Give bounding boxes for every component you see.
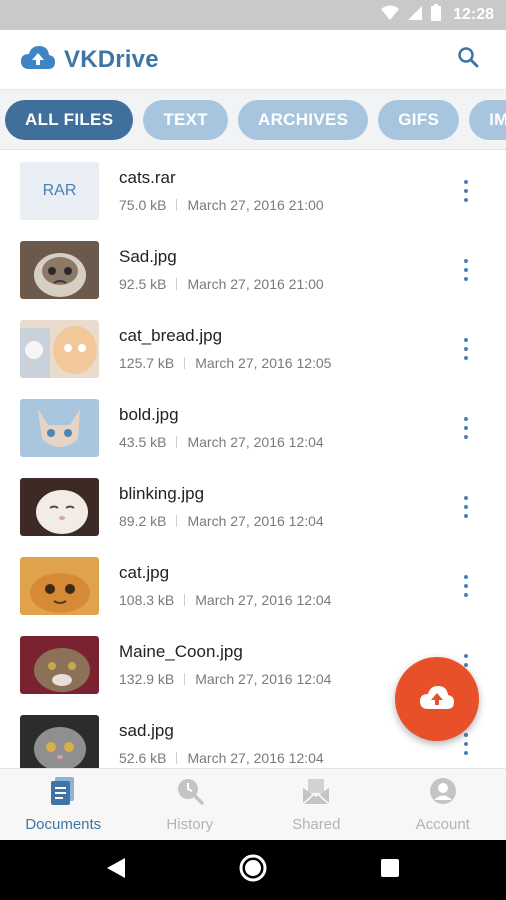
shared-icon xyxy=(302,777,330,810)
file-size: 75.0 kB xyxy=(119,197,167,213)
image-thumbnail xyxy=(20,319,99,378)
filter-text[interactable]: TEXT xyxy=(143,99,228,140)
wifi-icon xyxy=(381,5,400,26)
clock: 12:28 xyxy=(453,6,494,23)
app-logo: VKDrive xyxy=(20,44,159,75)
divider xyxy=(176,752,178,764)
file-size: 132.9 kB xyxy=(119,671,175,687)
divider xyxy=(176,199,178,211)
nav-label: Documents xyxy=(25,815,102,833)
image-thumbnail xyxy=(20,398,99,457)
more-options-icon[interactable] xyxy=(454,173,478,209)
search-icon xyxy=(457,46,479,73)
file-name: blinking.jpg xyxy=(119,484,205,503)
nav-shared[interactable]: Shared xyxy=(253,769,380,840)
cloud-upload-icon xyxy=(418,684,456,715)
rar-thumbnail: RAR xyxy=(20,161,99,220)
file-date: March 27, 2016 12:04 xyxy=(187,434,324,450)
file-date: March 27, 2016 12:04 xyxy=(195,592,332,608)
file-row[interactable]: Sad.jpg 92.5 kB March 27, 2016 21:00 xyxy=(0,230,506,309)
nav-history[interactable]: History xyxy=(127,769,254,840)
filter-all-files[interactable]: ALL FILES xyxy=(5,99,134,140)
image-thumbnail xyxy=(20,240,99,299)
file-date: March 27, 2016 12:04 xyxy=(187,513,324,529)
nav-documents[interactable]: Documents xyxy=(0,769,127,840)
divider xyxy=(176,436,178,448)
file-row[interactable]: blinking.jpg 89.2 kB March 27, 2016 12:0… xyxy=(0,467,506,546)
upload-fab[interactable] xyxy=(395,657,479,741)
image-thumbnail xyxy=(20,556,99,615)
image-thumbnail xyxy=(20,477,99,536)
system-navigation-bar xyxy=(0,840,506,900)
file-date: March 27, 2016 21:00 xyxy=(187,197,324,213)
filter-gifs[interactable]: GIFS xyxy=(378,99,460,140)
file-size: 89.2 kB xyxy=(119,513,167,529)
app-title: VKDrive xyxy=(64,45,159,73)
file-name: bold.jpg xyxy=(119,405,179,424)
file-row[interactable]: cat_bread.jpg 125.7 kB March 27, 2016 12… xyxy=(0,309,506,388)
file-date: March 27, 2016 12:04 xyxy=(187,750,324,766)
recents-icon[interactable] xyxy=(379,857,401,884)
battery-icon xyxy=(431,4,442,26)
back-icon[interactable] xyxy=(105,856,127,885)
more-options-icon[interactable] xyxy=(454,252,478,288)
file-name: Maine_Coon.jpg xyxy=(119,642,243,661)
bottom-navigation: Documents History Shared Account xyxy=(0,768,506,840)
nav-label: Shared xyxy=(292,815,341,833)
account-icon xyxy=(429,777,457,810)
file-name: sad.jpg xyxy=(119,721,174,740)
file-size: 92.5 kB xyxy=(119,276,167,292)
file-size: 125.7 kB xyxy=(119,355,175,371)
file-size: 108.3 kB xyxy=(119,592,175,608)
file-row[interactable]: bold.jpg 43.5 kB March 27, 2016 12:04 xyxy=(0,388,506,467)
file-name: cats.rar xyxy=(119,168,176,187)
nav-label: Account xyxy=(415,815,470,833)
divider xyxy=(184,594,186,606)
history-icon xyxy=(176,777,204,810)
filter-archives[interactable]: ARCHIVES xyxy=(238,99,369,140)
more-options-icon[interactable] xyxy=(454,489,478,525)
file-name: cat_bread.jpg xyxy=(119,326,223,345)
cloud-upload-icon xyxy=(20,44,56,75)
file-date: March 27, 2016 12:05 xyxy=(195,355,332,371)
search-button[interactable] xyxy=(450,42,486,78)
more-options-icon[interactable] xyxy=(454,331,478,367)
divider xyxy=(176,278,178,290)
filter-images[interactable]: IMAGES xyxy=(469,99,506,140)
file-row[interactable]: cat.jpg 108.3 kB March 27, 2016 12:04 xyxy=(0,546,506,625)
home-icon[interactable] xyxy=(238,853,268,888)
file-size: 43.5 kB xyxy=(119,434,167,450)
document-icon xyxy=(50,776,76,810)
file-date: March 27, 2016 12:04 xyxy=(195,671,332,687)
nav-account[interactable]: Account xyxy=(380,769,506,840)
file-name: Sad.jpg xyxy=(119,247,177,266)
image-thumbnail xyxy=(20,635,99,694)
status-bar: 12:28 xyxy=(0,0,506,30)
nav-label: History xyxy=(166,815,214,833)
file-row[interactable]: RAR cats.rar 75.0 kB March 27, 2016 21:0… xyxy=(0,151,506,230)
divider xyxy=(176,515,178,527)
file-size: 52.6 kB xyxy=(119,750,167,766)
divider xyxy=(184,673,186,685)
file-name: cat.jpg xyxy=(119,563,170,582)
image-thumbnail xyxy=(20,714,99,768)
app-bar: VKDrive xyxy=(0,30,506,90)
filter-chips: ALL FILES TEXT ARCHIVES GIFS IMAGES xyxy=(0,90,506,150)
file-date: March 27, 2016 21:00 xyxy=(187,276,324,292)
more-options-icon[interactable] xyxy=(454,568,478,604)
divider xyxy=(184,357,186,369)
more-options-icon[interactable] xyxy=(454,410,478,446)
signal-icon xyxy=(407,5,423,26)
